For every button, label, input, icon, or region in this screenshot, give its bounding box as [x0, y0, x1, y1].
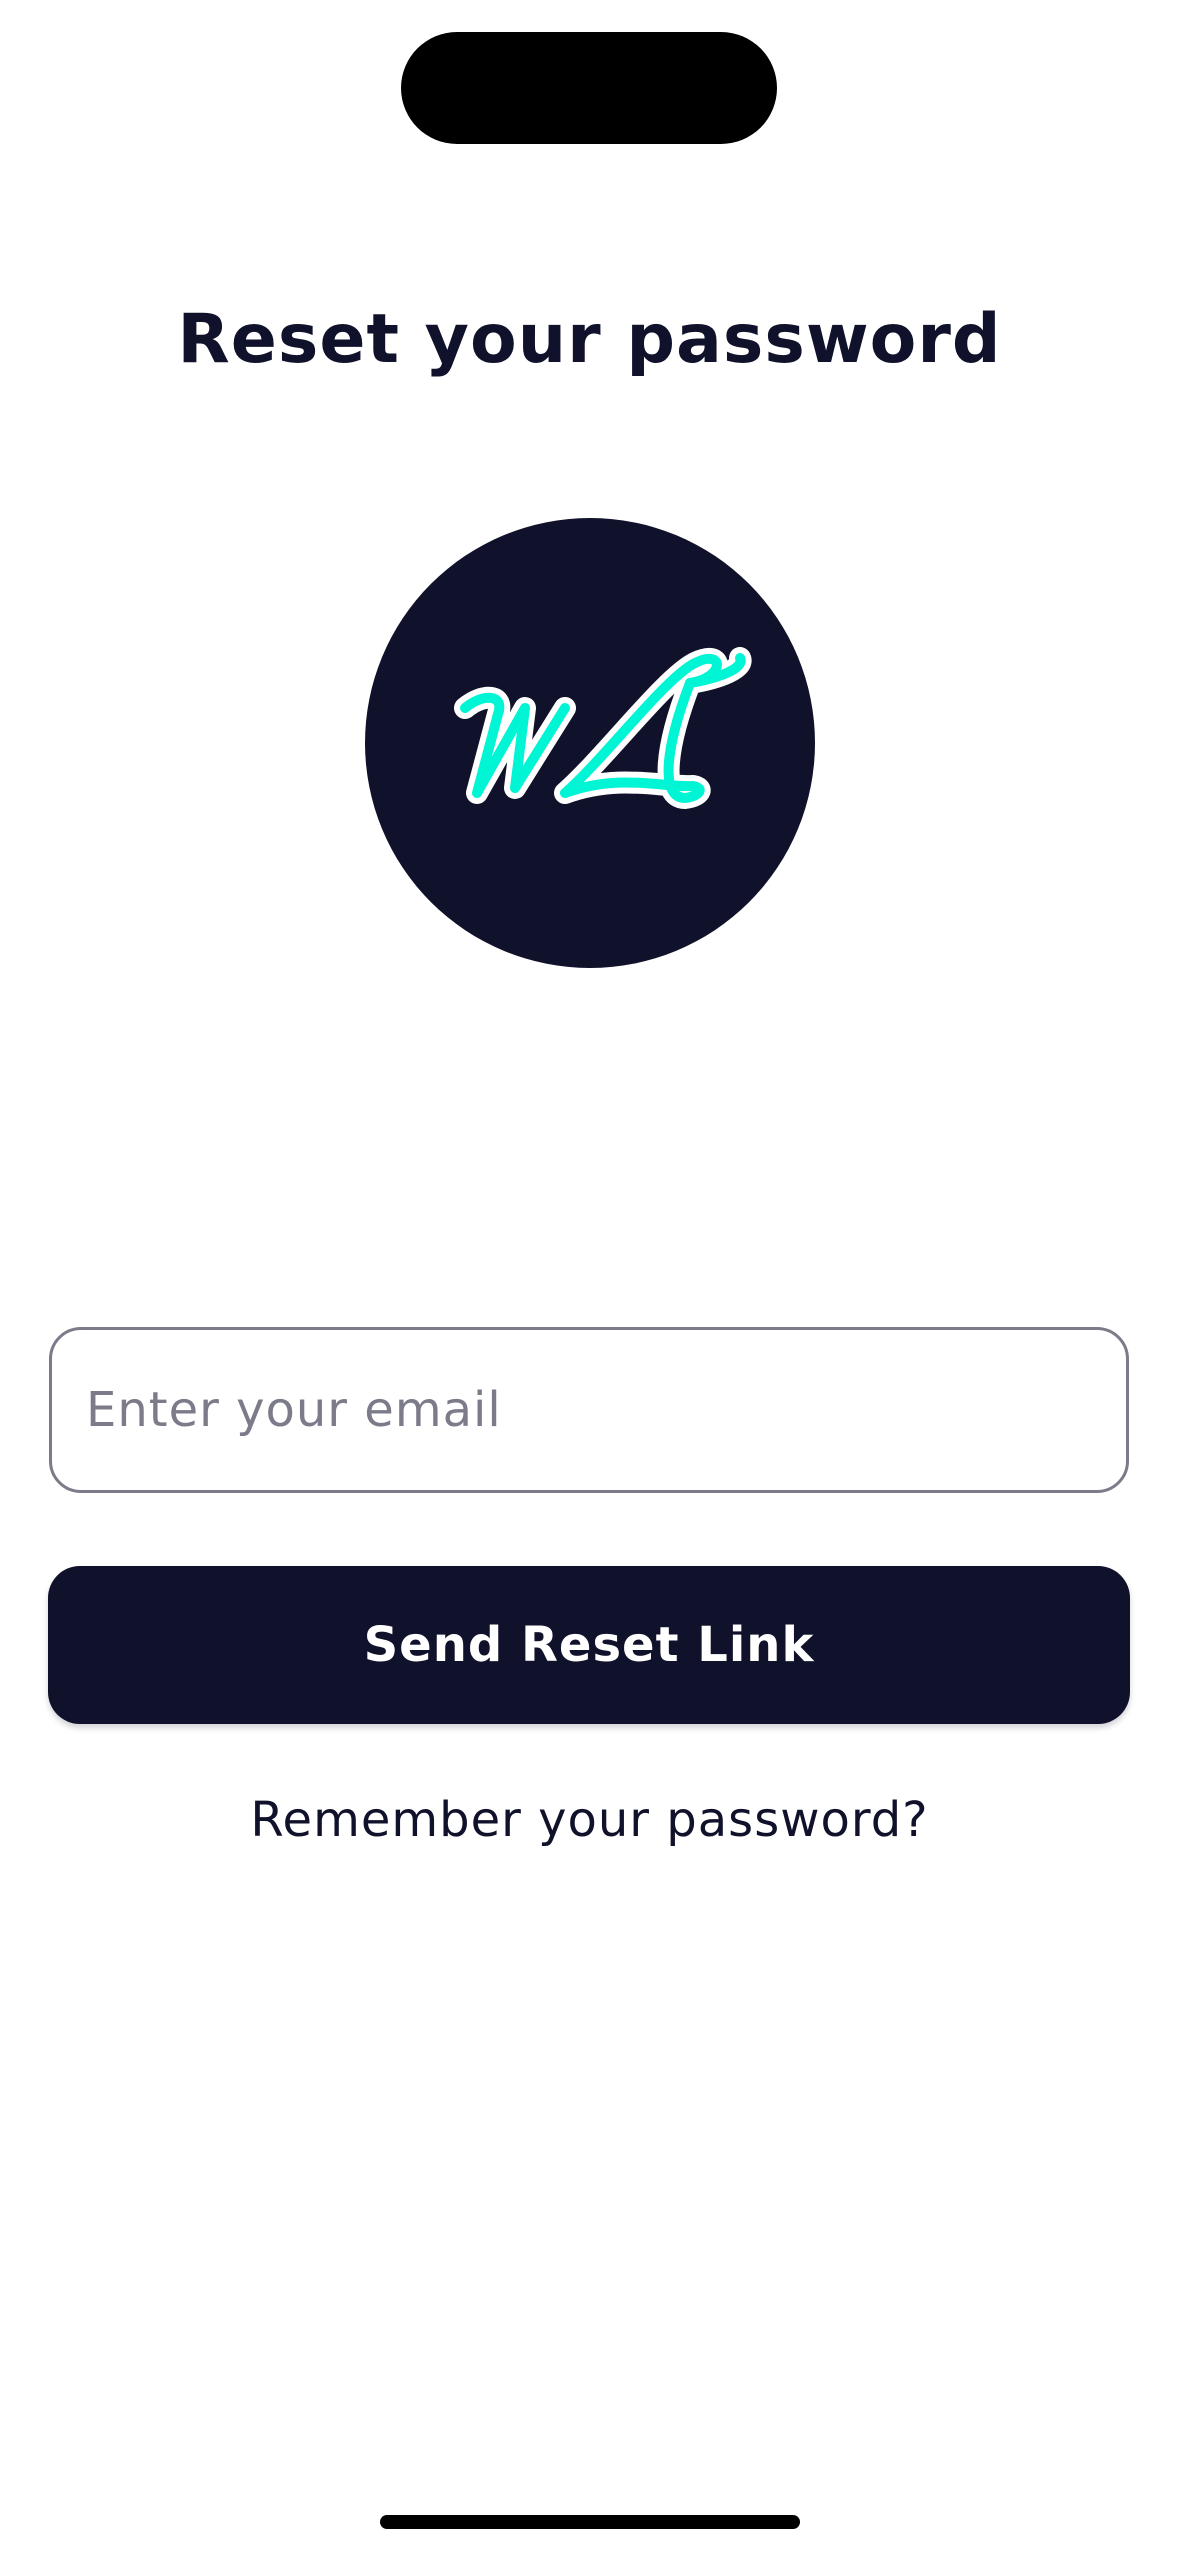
send-reset-link-button[interactable]: Send Reset Link	[48, 1566, 1130, 1724]
email-field[interactable]	[49, 1327, 1129, 1493]
dynamic-island	[401, 32, 777, 144]
home-indicator[interactable]	[380, 2515, 800, 2529]
app-logo	[365, 518, 815, 968]
remember-password-link[interactable]: Remember your password?	[0, 1792, 1179, 1848]
page-title: Reset your password	[177, 300, 1002, 379]
wl-monogram-logo-icon	[454, 647, 752, 809]
